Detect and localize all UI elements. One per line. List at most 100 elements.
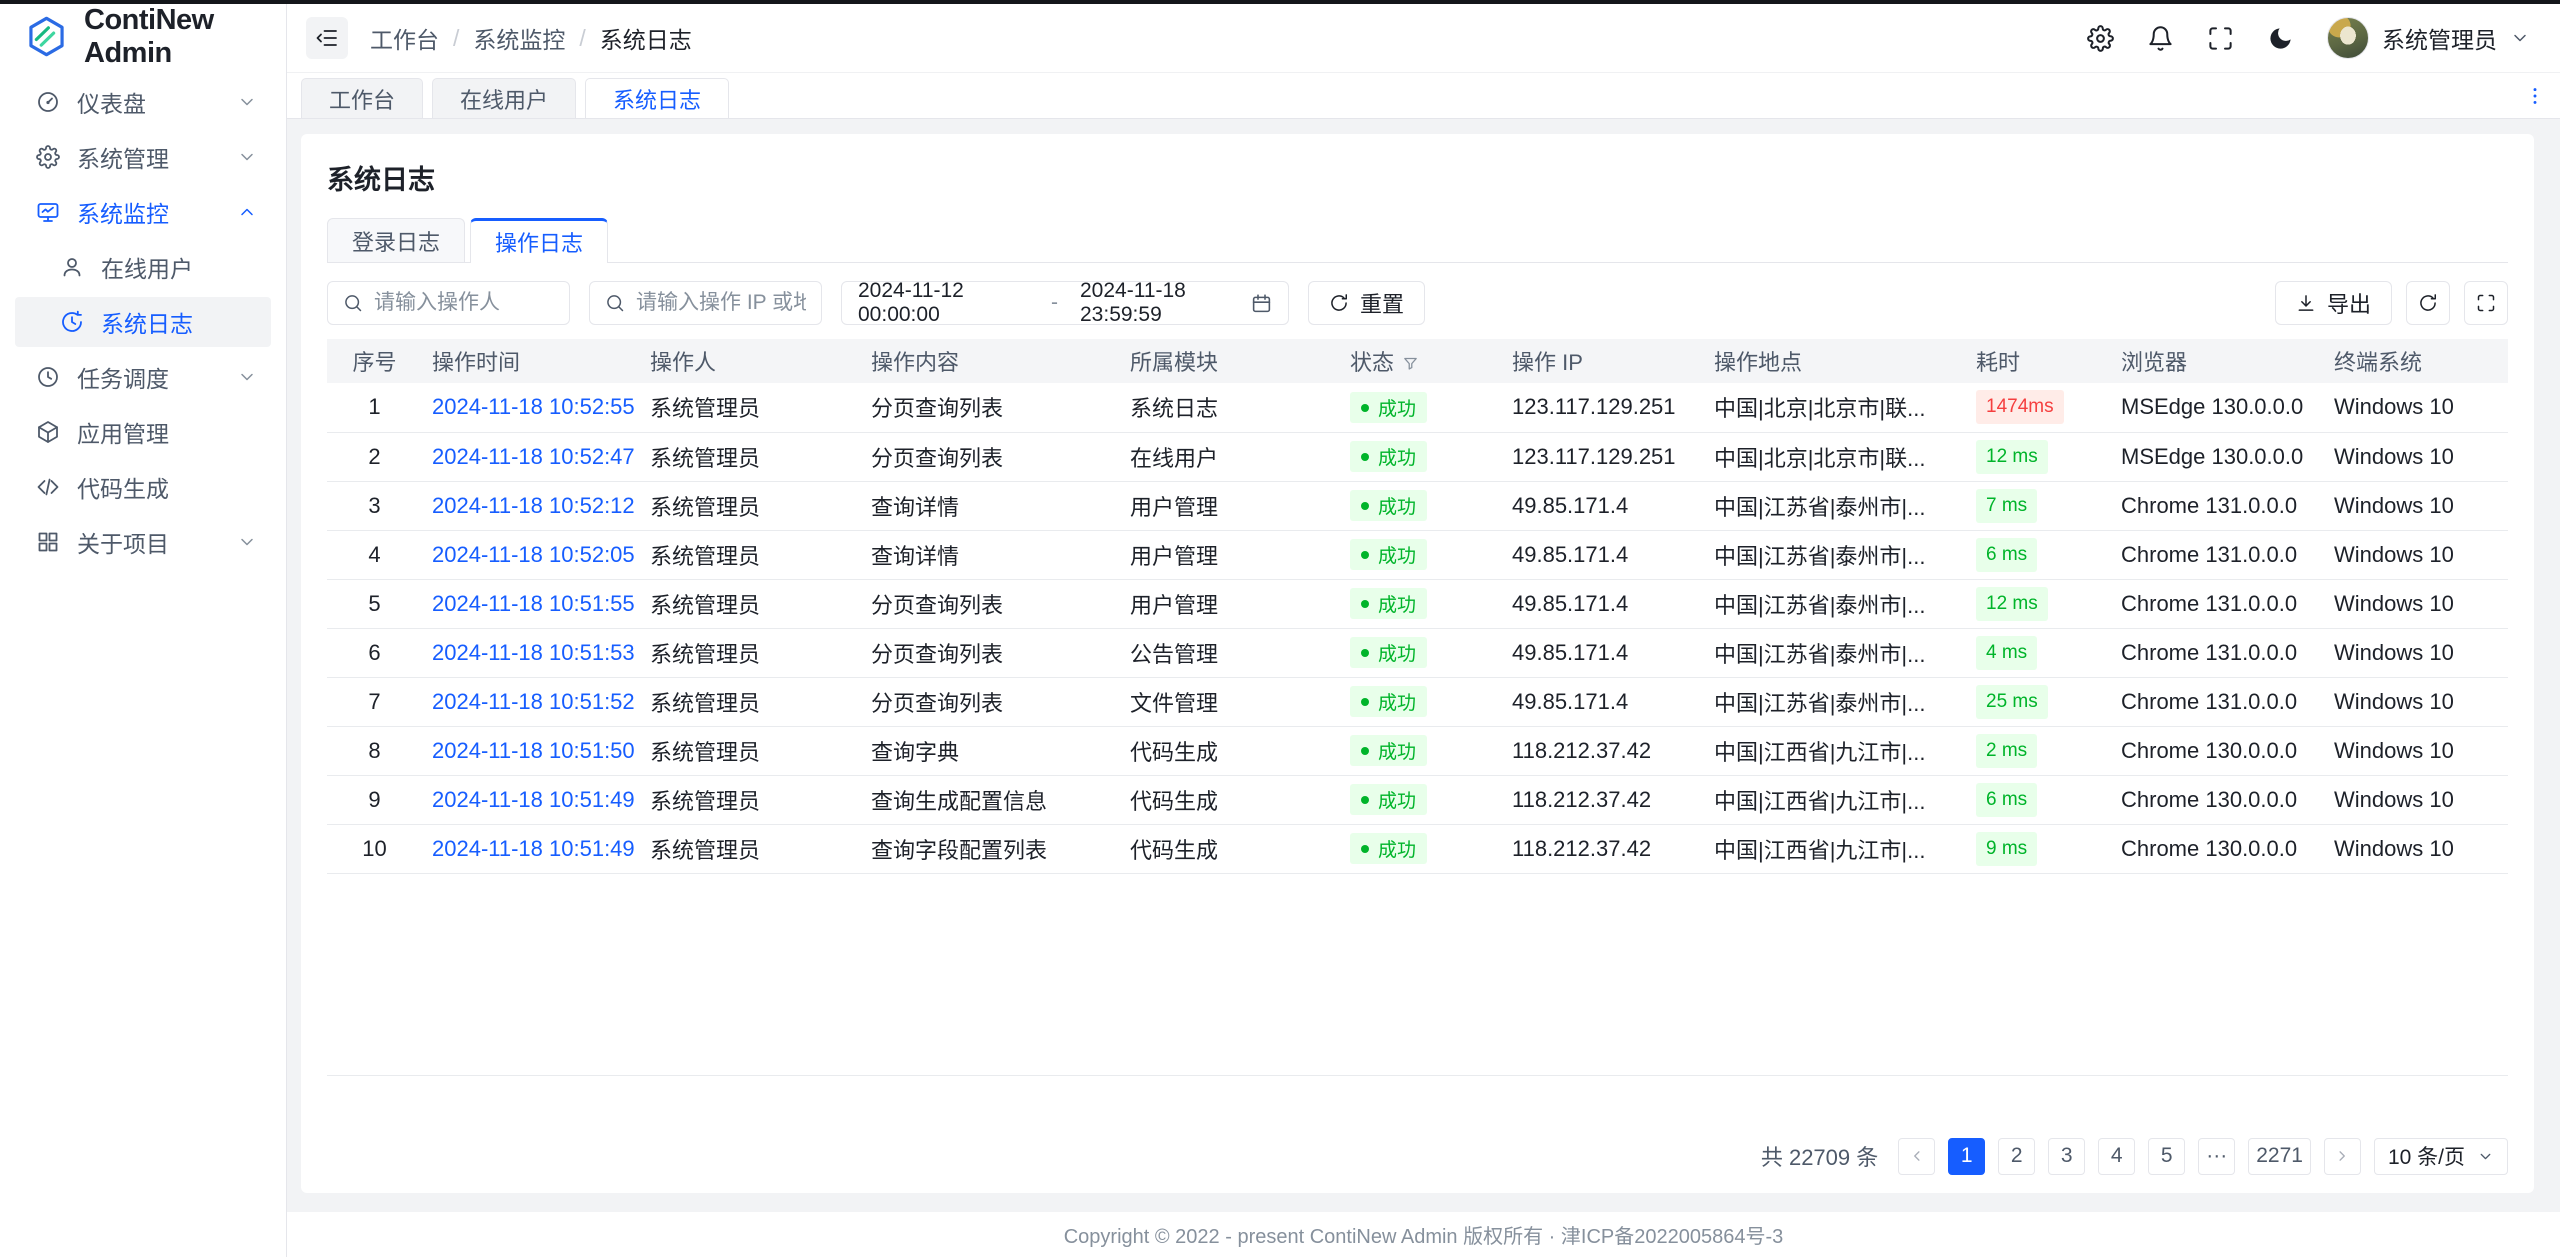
- ip-search-input[interactable]: [636, 291, 806, 315]
- table-row: 72024-11-18 10:51:52系统管理员分页查询列表文件管理成功49.…: [327, 677, 2508, 726]
- sidebar-item-app-management[interactable]: 应用管理: [15, 407, 271, 457]
- time-link[interactable]: 2024-11-18 10:51:52: [432, 689, 635, 714]
- reset-button[interactable]: 重置: [1308, 281, 1425, 325]
- previous-page-button[interactable]: [1898, 1138, 1935, 1175]
- cell-os: Windows 10: [2324, 628, 2508, 677]
- time-link[interactable]: 2024-11-18 10:52:47: [432, 444, 635, 469]
- ip-search-field[interactable]: [589, 281, 822, 325]
- sidebar-item-dashboard[interactable]: 仪表盘: [15, 77, 271, 127]
- cell-module: 用户管理: [1120, 481, 1340, 530]
- operator-search-field[interactable]: [327, 281, 570, 325]
- next-page-button[interactable]: [2324, 1138, 2361, 1175]
- chevron-down-icon: [237, 367, 257, 387]
- clock-icon: [36, 365, 60, 389]
- page-button[interactable]: 4: [2098, 1138, 2135, 1175]
- fullscreen-button[interactable]: [2207, 25, 2234, 52]
- duration-badge: 2 ms: [1976, 734, 2037, 768]
- date-range-picker[interactable]: 2024-11-12 00:00:00 - 2024-11-18 23:59:5…: [841, 281, 1289, 325]
- cell-ip: 123.117.129.251: [1502, 383, 1704, 432]
- sidebar-item-system-monitor[interactable]: 系统监控: [15, 187, 271, 237]
- nav-tab[interactable]: 工作台: [301, 78, 423, 118]
- app-shell: ContiNew Admin 仪表盘系统管理系统监控在线用户系统日志任务调度应用…: [0, 0, 2560, 1257]
- status-badge: 成功: [1350, 392, 1427, 423]
- export-button-label: 导出: [2327, 287, 2371, 319]
- column-header: 操作内容: [861, 339, 1120, 383]
- time-link[interactable]: 2024-11-18 10:52:05: [432, 542, 635, 567]
- sidebar-item-system-management[interactable]: 系统管理: [15, 132, 271, 182]
- funnel-icon[interactable]: [1402, 355, 1419, 372]
- dark-mode-button[interactable]: [2267, 25, 2294, 52]
- nav-tab[interactable]: 在线用户: [432, 78, 576, 118]
- cell-duration: 9 ms: [1966, 824, 2111, 873]
- time-link[interactable]: 2024-11-18 10:52:55: [432, 394, 635, 419]
- user-menu[interactable]: 系统管理员: [2327, 17, 2530, 59]
- breadcrumb-item[interactable]: 工作台: [370, 21, 439, 55]
- page-button[interactable]: 3: [2048, 1138, 2085, 1175]
- cell-duration: 4 ms: [1966, 628, 2111, 677]
- time-link[interactable]: 2024-11-18 10:51:53: [432, 640, 635, 665]
- breadcrumb-separator: /: [579, 25, 585, 52]
- table-empty-space: [327, 874, 2508, 1076]
- sidebar-item-online-users[interactable]: 在线用户: [15, 242, 271, 292]
- date-range-separator: -: [1051, 291, 1058, 315]
- cell-status: 成功: [1340, 677, 1502, 726]
- duration-badge: 12 ms: [1976, 440, 2048, 474]
- breadcrumb-item[interactable]: 系统日志: [600, 21, 692, 55]
- page-button[interactable]: 5: [2148, 1138, 2185, 1175]
- settings-button[interactable]: [2087, 25, 2114, 52]
- tabstrip-more-button[interactable]: [2524, 85, 2546, 107]
- status-dot-icon: [1361, 551, 1369, 559]
- status-dot-icon: [1361, 404, 1369, 412]
- page-button[interactable]: 2: [1998, 1138, 2035, 1175]
- table-fullscreen-button[interactable]: [2464, 281, 2508, 325]
- cell-content: 查询详情: [861, 481, 1120, 530]
- nav-tab[interactable]: 系统日志: [585, 78, 729, 118]
- cell-module: 在线用户: [1120, 432, 1340, 481]
- cell-index: 6: [327, 628, 422, 677]
- operator-search-input[interactable]: [374, 291, 554, 315]
- sidebar-item-about-project[interactable]: 关于项目: [15, 517, 271, 567]
- cell-location: 中国|江西省|九江市|...: [1704, 775, 1966, 824]
- cell-ip: 118.212.37.42: [1502, 726, 1704, 775]
- page-button[interactable]: 1: [1948, 1138, 1985, 1175]
- page-size-select[interactable]: 10 条/页: [2374, 1138, 2508, 1175]
- cell-module: 代码生成: [1120, 775, 1340, 824]
- export-button[interactable]: 导出: [2275, 281, 2392, 325]
- filter-toolbar: 2024-11-12 00:00:00 - 2024-11-18 23:59:5…: [327, 281, 2508, 325]
- breadcrumb: 工作台 / 系统监控 / 系统日志: [370, 21, 692, 55]
- log-tab[interactable]: 登录日志: [327, 218, 465, 262]
- status-dot-icon: [1361, 453, 1369, 461]
- app-title: ContiNew Admin: [84, 4, 286, 70]
- status-badge: 成功: [1350, 784, 1427, 815]
- refresh-icon: [2418, 293, 2438, 313]
- cell-status: 成功: [1340, 530, 1502, 579]
- cell-content: 分页查询列表: [861, 628, 1120, 677]
- cell-ip: 49.85.171.4: [1502, 628, 1704, 677]
- cell-status: 成功: [1340, 775, 1502, 824]
- refresh-table-button[interactable]: [2406, 281, 2450, 325]
- time-link[interactable]: 2024-11-18 10:51:49: [432, 836, 635, 861]
- breadcrumb-separator: /: [453, 25, 459, 52]
- cell-browser: MSEdge 130.0.0.0: [2111, 383, 2324, 432]
- more-pages-button[interactable]: ···: [2198, 1138, 2235, 1175]
- sidebar-item-task-scheduler[interactable]: 任务调度: [15, 352, 271, 402]
- time-link[interactable]: 2024-11-18 10:51:55: [432, 591, 635, 616]
- cell-module: 文件管理: [1120, 677, 1340, 726]
- page-button[interactable]: 2271: [2248, 1138, 2311, 1175]
- main-column: 工作台/系统监控/系统日志 系统管理员 工作台在线用户系统日志 系统日志 登录日…: [287, 0, 2560, 1257]
- time-link[interactable]: 2024-11-18 10:52:12: [432, 493, 635, 518]
- time-link[interactable]: 2024-11-18 10:51:50: [432, 738, 635, 763]
- sidebar-collapse-button[interactable]: [306, 17, 348, 59]
- avatar[interactable]: [2327, 17, 2369, 59]
- table-row: 52024-11-18 10:51:55系统管理员分页查询列表用户管理成功49.…: [327, 579, 2508, 628]
- log-tab[interactable]: 操作日志: [470, 218, 608, 263]
- time-link[interactable]: 2024-11-18 10:51:49: [432, 787, 635, 812]
- cell-index: 3: [327, 481, 422, 530]
- more-vertical-icon: [2524, 85, 2546, 107]
- sidebar: ContiNew Admin 仪表盘系统管理系统监控在线用户系统日志任务调度应用…: [0, 0, 287, 1257]
- sidebar-item-system-logs[interactable]: 系统日志: [15, 297, 271, 347]
- notifications-button[interactable]: [2147, 25, 2174, 52]
- cell-operator: 系统管理员: [640, 824, 861, 873]
- breadcrumb-item[interactable]: 系统监控: [473, 21, 565, 55]
- sidebar-item-code-generation[interactable]: 代码生成: [15, 462, 271, 512]
